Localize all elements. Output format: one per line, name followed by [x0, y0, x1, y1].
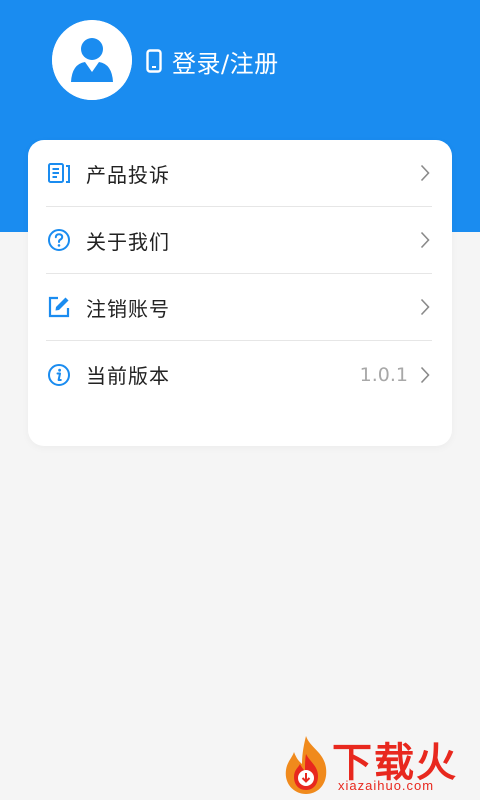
watermark-site: xiazaihuo.com — [338, 778, 435, 793]
question-icon — [46, 227, 72, 253]
chevron-right-icon — [420, 365, 432, 385]
login-register-link[interactable]: 登录/注册 — [146, 44, 279, 78]
info-icon — [46, 362, 72, 388]
complaint-icon — [46, 160, 72, 186]
menu-item-label: 当前版本 — [86, 364, 170, 388]
menu-item-current-version[interactable]: 当前版本 1.0.1 — [46, 341, 432, 408]
avatar[interactable] — [52, 20, 132, 100]
menu-item-label: 关于我们 — [86, 229, 170, 254]
menu-item-about-us[interactable]: 关于我们 — [46, 207, 432, 274]
menu-item-label: 产品投诉 — [86, 162, 170, 187]
chevron-right-icon — [420, 297, 432, 317]
watermark-logo: 下载火 xiazaihuo.com — [280, 732, 476, 798]
chevron-right-icon — [420, 230, 432, 250]
edit-icon — [46, 294, 72, 320]
menu-item-delete-account[interactable]: 注销账号 — [46, 274, 432, 341]
user-avatar-icon — [52, 20, 132, 100]
menu-item-label: 注销账号 — [86, 296, 170, 321]
settings-menu-card: 产品投诉 关于我们 注销账号 当前版本 1.0.1 — [28, 140, 452, 446]
login-register-label: 登录/注册 — [172, 49, 279, 78]
phone-icon — [146, 49, 162, 73]
chevron-right-icon — [420, 163, 432, 183]
flame-logo-icon — [285, 736, 327, 794]
version-value: 1.0.1 — [359, 363, 408, 386]
menu-item-product-complaint[interactable]: 产品投诉 — [46, 140, 432, 207]
